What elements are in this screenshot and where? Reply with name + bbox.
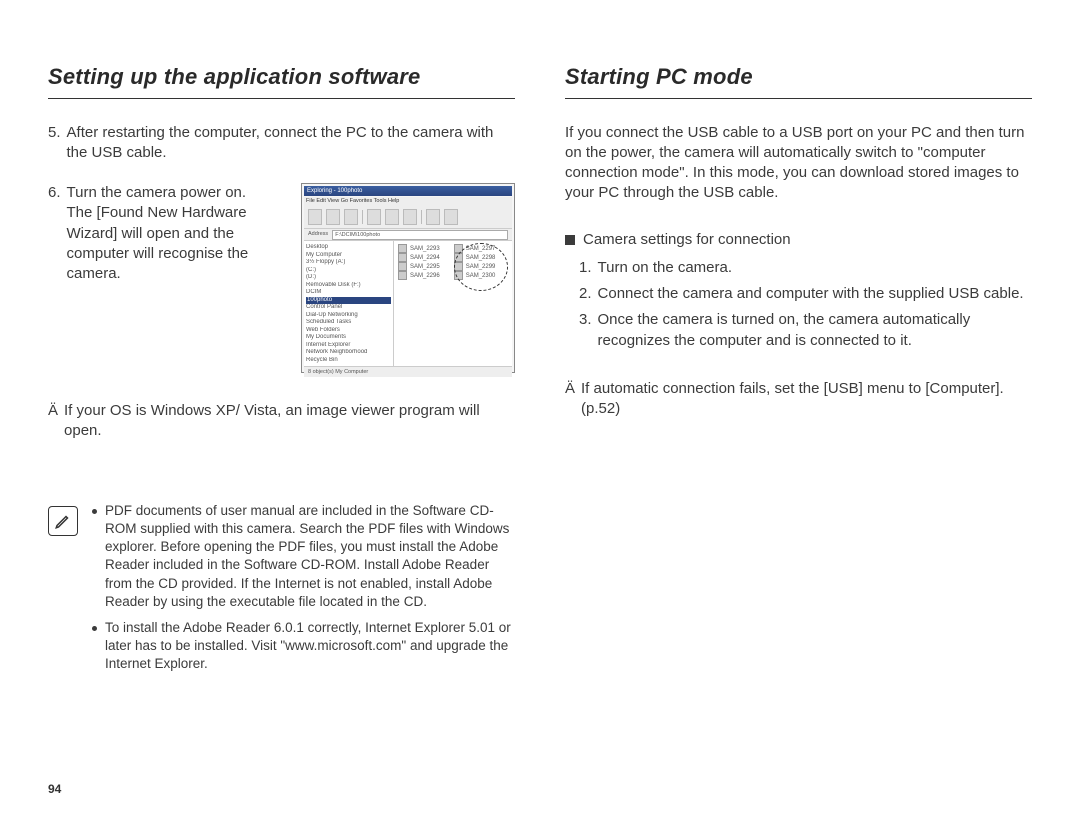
file-icon bbox=[398, 244, 407, 253]
list-item-2-body: Connect the camera and computer with the… bbox=[598, 284, 1024, 304]
numbered-list: 1. Turn on the camera. 2. Connect the ca… bbox=[565, 258, 1032, 357]
list-item-3: 3. Once the camera is turned on, the cam… bbox=[579, 310, 1032, 351]
bullet-icon bbox=[92, 626, 97, 631]
tree-item: DCIM bbox=[306, 289, 391, 297]
shot-statusbar: 8 object(s) My Computer bbox=[304, 366, 512, 377]
left-column: Setting up the application software 5. A… bbox=[48, 62, 515, 815]
right-title: Starting PC mode bbox=[565, 62, 1032, 92]
toolbar-up-icon bbox=[344, 209, 358, 225]
square-bullet-icon bbox=[565, 235, 575, 245]
toolbar-separator bbox=[362, 210, 363, 224]
shot-toolbar bbox=[304, 206, 512, 229]
xp-note-body: If your OS is Windows XP/ Vista, an imag… bbox=[64, 401, 515, 442]
step-5-body: After restarting the computer, connect t… bbox=[67, 123, 515, 164]
shot-tree: Desktop My Computer 3½ Floppy (A:) (C:) … bbox=[304, 241, 394, 366]
step-6-body: Turn the camera power on. The [Found New… bbox=[67, 183, 289, 373]
list-item-2: 2. Connect the camera and computer with … bbox=[579, 284, 1032, 304]
auto-connection-body: If automatic connection fails, set the [… bbox=[581, 379, 1032, 420]
note-mark-icon: Ä bbox=[48, 401, 58, 442]
left-title-rule bbox=[48, 98, 515, 99]
page-number: 94 bbox=[48, 781, 61, 797]
right-title-rule bbox=[565, 98, 1032, 99]
list-item-1-num: 1. bbox=[579, 258, 592, 278]
tree-item: Control Panel bbox=[306, 304, 391, 312]
list-item-1: 1. Turn on the camera. bbox=[579, 258, 1032, 278]
right-column: Starting PC mode If you connect the USB … bbox=[565, 62, 1032, 815]
file-label: SAM_2294 bbox=[410, 254, 440, 262]
bullet-icon bbox=[92, 509, 97, 514]
toolbar-back-icon bbox=[308, 209, 322, 225]
toolbar-copy-icon bbox=[385, 209, 399, 225]
addr-value: F:\DCIM\100photo bbox=[332, 230, 508, 240]
file-icon bbox=[398, 253, 407, 262]
file-item: SAM_2295 bbox=[398, 262, 440, 271]
toolbar-cut-icon bbox=[367, 209, 381, 225]
step-5: 5. After restarting the computer, connec… bbox=[48, 123, 515, 164]
file-label: SAM_2296 bbox=[410, 272, 440, 280]
tree-item: Recycle Bin bbox=[306, 357, 391, 365]
list-item-1-body: Turn on the camera. bbox=[598, 258, 733, 278]
shot-titlebar: Exploring - 100photo bbox=[304, 186, 512, 196]
list-item-3-num: 3. bbox=[579, 310, 592, 351]
tree-item: (C:) bbox=[306, 267, 391, 275]
file-icon bbox=[398, 271, 407, 280]
file-label: SAM_2295 bbox=[410, 263, 440, 271]
explorer-screenshot: Exploring - 100photo File Edit View Go F… bbox=[301, 183, 515, 373]
xp-note: Ä If your OS is Windows XP/ Vista, an im… bbox=[48, 401, 515, 442]
info-box: PDF documents of user manual are include… bbox=[48, 502, 515, 682]
file-item: SAM_2294 bbox=[398, 253, 440, 262]
file-label: SAM_2293 bbox=[410, 245, 440, 253]
tree-item-selected: 100photo bbox=[306, 297, 391, 305]
right-intro: If you connect the USB cable to a USB po… bbox=[565, 123, 1032, 204]
subheading-row: Camera settings for connection bbox=[565, 230, 1032, 250]
tree-item: Removable Disk (F:) bbox=[306, 282, 391, 290]
step-5-number: 5. bbox=[48, 123, 61, 164]
tree-item: Web Folders bbox=[306, 327, 391, 335]
subheading-text: Camera settings for connection bbox=[583, 230, 791, 250]
left-title: Setting up the application software bbox=[48, 62, 515, 92]
file-icon bbox=[398, 262, 407, 271]
tree-item: Internet Explorer bbox=[306, 342, 391, 350]
toolbar-paste-icon bbox=[403, 209, 417, 225]
toolbar-undo-icon bbox=[426, 209, 440, 225]
list-item-2-num: 2. bbox=[579, 284, 592, 304]
info-item-1-body: PDF documents of user manual are include… bbox=[105, 502, 515, 611]
toolbar-delete-icon bbox=[444, 209, 458, 225]
tree-item: Desktop bbox=[306, 244, 391, 252]
info-item-1: PDF documents of user manual are include… bbox=[92, 502, 515, 611]
toolbar-forward-icon bbox=[326, 209, 340, 225]
note-mark-icon: Ä bbox=[565, 379, 575, 420]
tree-item: (D:) bbox=[306, 274, 391, 282]
highlight-circle bbox=[454, 243, 508, 291]
step-6-number: 6. bbox=[48, 183, 61, 373]
tree-item: My Documents bbox=[306, 334, 391, 342]
tree-item: Scheduled Tasks bbox=[306, 319, 391, 327]
shot-addressbar: Address F:\DCIM\100photo bbox=[304, 229, 512, 241]
note-pencil-icon bbox=[48, 506, 78, 536]
tree-item: Dial-Up Networking bbox=[306, 312, 391, 320]
list-item-3-body: Once the camera is turned on, the camera… bbox=[598, 310, 1032, 351]
shot-menubar: File Edit View Go Favorites Tools Help bbox=[304, 197, 512, 206]
tree-item: Network Neighborhood bbox=[306, 349, 391, 357]
info-item-2: To install the Adobe Reader 6.0.1 correc… bbox=[92, 619, 515, 674]
auto-connection-note: Ä If automatic connection fails, set the… bbox=[565, 379, 1032, 420]
info-item-2-body: To install the Adobe Reader 6.0.1 correc… bbox=[105, 619, 515, 674]
addr-label: Address bbox=[308, 231, 328, 238]
step-6-row: 6. Turn the camera power on. The [Found … bbox=[48, 183, 515, 373]
file-item: SAM_2296 bbox=[398, 271, 440, 280]
toolbar-separator bbox=[421, 210, 422, 224]
tree-item: My Computer bbox=[306, 252, 391, 260]
tree-item: 3½ Floppy (A:) bbox=[306, 259, 391, 267]
file-item: SAM_2293 bbox=[398, 244, 440, 253]
shot-file-pane: SAM_2293 SAM_2294 SAM_2295 SAM_2296 SAM_… bbox=[394, 241, 512, 366]
